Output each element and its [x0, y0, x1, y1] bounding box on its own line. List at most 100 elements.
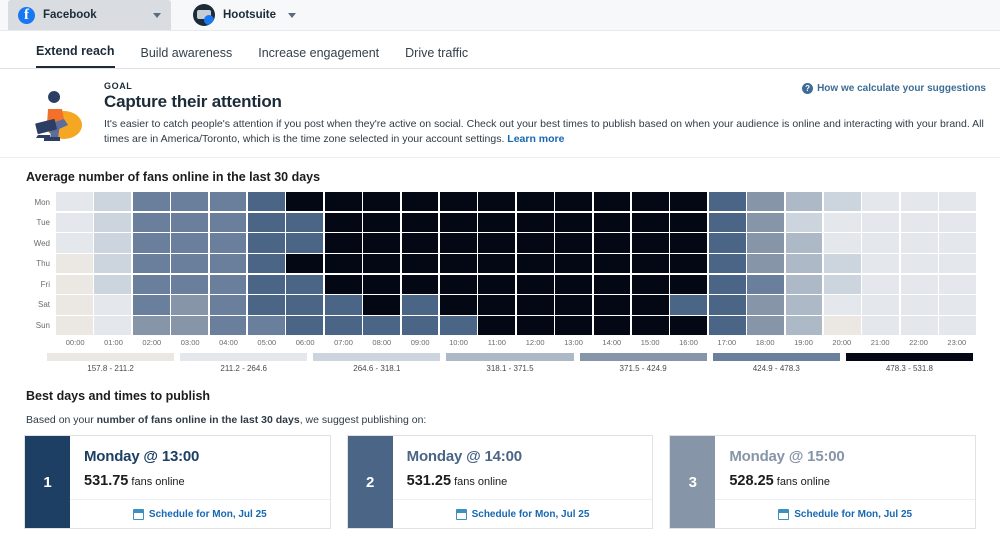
heatmap-cell[interactable] [786, 275, 823, 294]
heatmap-cell[interactable] [210, 233, 247, 252]
heatmap-cell[interactable] [824, 295, 861, 314]
heatmap-cell[interactable] [594, 213, 631, 232]
heatmap-cell[interactable] [939, 254, 976, 273]
heatmap-cell[interactable] [210, 192, 247, 211]
heatmap-cell[interactable] [632, 213, 669, 232]
heatmap-cell[interactable] [709, 192, 746, 211]
heatmap-cell[interactable] [248, 295, 285, 314]
heatmap-cell[interactable] [210, 295, 247, 314]
heatmap-cell[interactable] [286, 233, 323, 252]
schedule-button[interactable]: Schedule for Mon, Jul 25 [715, 499, 975, 528]
heatmap-cell[interactable] [171, 275, 208, 294]
heatmap-cell[interactable] [862, 213, 899, 232]
heatmap-cell[interactable] [517, 233, 554, 252]
heatmap-cell[interactable] [478, 316, 515, 335]
heatmap-cell[interactable] [286, 295, 323, 314]
heatmap-cell[interactable] [402, 254, 439, 273]
tab-build-awareness[interactable]: Build awareness [141, 46, 233, 68]
heatmap-cell[interactable] [478, 275, 515, 294]
heatmap-cell[interactable] [862, 192, 899, 211]
chevron-down-icon[interactable] [288, 13, 296, 18]
heatmap-cell[interactable] [286, 254, 323, 273]
heatmap-cell[interactable] [56, 213, 93, 232]
heatmap-cell[interactable] [747, 295, 784, 314]
heatmap-cell[interactable] [402, 316, 439, 335]
heatmap-cell[interactable] [747, 316, 784, 335]
heatmap-cell[interactable] [594, 316, 631, 335]
heatmap-cell[interactable] [517, 254, 554, 273]
heatmap-cell[interactable] [939, 192, 976, 211]
heatmap-cell[interactable] [440, 316, 477, 335]
heatmap-cell[interactable] [440, 192, 477, 211]
heatmap-cell[interactable] [939, 295, 976, 314]
heatmap-cell[interactable] [286, 192, 323, 211]
heatmap-cell[interactable] [133, 316, 170, 335]
heatmap-cell[interactable] [555, 233, 592, 252]
heatmap-cell[interactable] [171, 295, 208, 314]
heatmap-cell[interactable] [747, 192, 784, 211]
heatmap-cell[interactable] [939, 233, 976, 252]
heatmap-cell[interactable] [94, 254, 131, 273]
heatmap-cell[interactable] [901, 192, 938, 211]
heatmap-cell[interactable] [325, 233, 362, 252]
heatmap-cell[interactable] [325, 316, 362, 335]
heatmap-cell[interactable] [517, 316, 554, 335]
heatmap-cell[interactable] [286, 213, 323, 232]
heatmap-cell[interactable] [402, 233, 439, 252]
heatmap-cell[interactable] [555, 316, 592, 335]
heatmap-cell[interactable] [709, 213, 746, 232]
heatmap-cell[interactable] [862, 295, 899, 314]
heatmap-cell[interactable] [94, 275, 131, 294]
heatmap-cell[interactable] [786, 316, 823, 335]
heatmap-cell[interactable] [363, 316, 400, 335]
heatmap-cell[interactable] [594, 275, 631, 294]
heatmap-cell[interactable] [325, 213, 362, 232]
heatmap-cell[interactable] [248, 213, 285, 232]
heatmap-cell[interactable] [670, 316, 707, 335]
heatmap-cell[interactable] [363, 295, 400, 314]
heatmap-cell[interactable] [210, 254, 247, 273]
heatmap-cell[interactable] [824, 254, 861, 273]
heatmap-cell[interactable] [632, 233, 669, 252]
heatmap-cell[interactable] [901, 316, 938, 335]
heatmap-cell[interactable] [56, 233, 93, 252]
heatmap-cell[interactable] [555, 275, 592, 294]
heatmap-cell[interactable] [363, 233, 400, 252]
heatmap-cell[interactable] [786, 192, 823, 211]
heatmap-cell[interactable] [133, 233, 170, 252]
heatmap-cell[interactable] [56, 295, 93, 314]
heatmap-cell[interactable] [594, 192, 631, 211]
heatmap-cell[interactable] [94, 213, 131, 232]
schedule-button[interactable]: Schedule for Mon, Jul 25 [70, 499, 330, 528]
heatmap-cell[interactable] [517, 295, 554, 314]
heatmap-cell[interactable] [862, 316, 899, 335]
heatmap-cell[interactable] [440, 254, 477, 273]
heatmap-cell[interactable] [94, 295, 131, 314]
heatmap-cell[interactable] [248, 275, 285, 294]
heatmap-cell[interactable] [709, 254, 746, 273]
heatmap-cell[interactable] [248, 316, 285, 335]
heatmap-cell[interactable] [901, 233, 938, 252]
heatmap-cell[interactable] [670, 213, 707, 232]
heatmap-cell[interactable] [210, 275, 247, 294]
heatmap-cell[interactable] [363, 213, 400, 232]
heatmap-cell[interactable] [171, 254, 208, 273]
heatmap-cell[interactable] [56, 192, 93, 211]
heatmap-cell[interactable] [939, 275, 976, 294]
heatmap-cell[interactable] [786, 213, 823, 232]
heatmap-cell[interactable] [517, 192, 554, 211]
heatmap-cell[interactable] [594, 254, 631, 273]
heatmap-cell[interactable] [171, 316, 208, 335]
heatmap-cell[interactable] [670, 295, 707, 314]
heatmap-cell[interactable] [133, 192, 170, 211]
heatmap-cell[interactable] [824, 213, 861, 232]
heatmap-cell[interactable] [286, 316, 323, 335]
heatmap-cell[interactable] [824, 316, 861, 335]
heatmap-cell[interactable] [670, 275, 707, 294]
heatmap-cell[interactable] [478, 192, 515, 211]
heatmap-cell[interactable] [824, 233, 861, 252]
chevron-down-icon[interactable] [153, 13, 161, 18]
heatmap-cell[interactable] [709, 275, 746, 294]
heatmap-cell[interactable] [939, 213, 976, 232]
heatmap-cell[interactable] [862, 275, 899, 294]
